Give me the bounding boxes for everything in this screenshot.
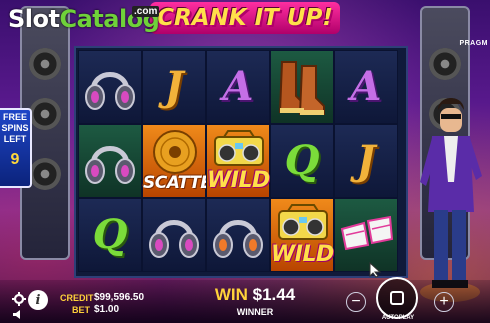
- win-display: WIN $1.44: [200, 285, 310, 305]
- symbol-letter: A: [222, 63, 254, 110]
- reel-cell: [78, 50, 142, 124]
- gear-icon[interactable]: [12, 292, 26, 306]
- scatter-label: SCATTER: [143, 173, 225, 193]
- status-text: WINNER: [236, 307, 274, 317]
- reel-cell: [78, 124, 142, 198]
- headphones-icon: [85, 146, 135, 184]
- autoplay-label[interactable]: AUTOPLAY: [378, 315, 418, 321]
- vinyl-disc-icon: [153, 130, 197, 174]
- boots-icon: [278, 61, 325, 115]
- info-icon[interactable]: i: [28, 290, 48, 310]
- free-spins-line3: LEFT: [3, 134, 27, 144]
- reel-cell: [142, 198, 206, 272]
- spin-button[interactable]: [376, 277, 418, 319]
- bet-label: BET: [72, 305, 90, 315]
- sunglasses-icon: [340, 215, 394, 251]
- bet-value: $1.00: [94, 304, 120, 315]
- reel-cell-wild: WILD: [206, 124, 270, 198]
- reel-grid: J A A SCATTER WILD Q J Q WILD: [74, 46, 408, 278]
- stop-icon: [390, 291, 404, 305]
- provider-label: PRAGM: [459, 40, 488, 47]
- reel-cell: [334, 198, 398, 272]
- symbol-letter: J: [164, 63, 184, 110]
- boombox-icon: [214, 130, 264, 166]
- reel-cell-wild: WILD: [270, 198, 334, 272]
- symbol-letter: A: [350, 63, 382, 110]
- reel-cell: J: [142, 50, 206, 124]
- wild-label: WILD: [271, 242, 334, 267]
- reel-cell: Q: [270, 124, 334, 198]
- reel-cell-scatter: SCATTER: [142, 124, 225, 198]
- symbol-letter: Q: [284, 137, 320, 184]
- reel-cell: J: [334, 124, 398, 198]
- free-spins-line2: SPINS: [1, 123, 29, 133]
- reel-cell: A: [206, 50, 270, 124]
- decrease-bet-button[interactable]: −: [346, 292, 366, 312]
- win-label: WIN: [214, 285, 248, 304]
- headphones-icon: [149, 220, 199, 258]
- credit-value: $99,596.50: [94, 292, 145, 303]
- win-value: $1.44: [252, 285, 296, 304]
- watermark-word-1: Slot: [8, 5, 60, 33]
- headphones-icon: [85, 72, 135, 110]
- free-spins-line1: FREE: [2, 112, 27, 122]
- speaker-icon[interactable]: [12, 309, 24, 320]
- reel-cell: Q: [78, 198, 142, 272]
- reel-cell: A: [334, 50, 398, 124]
- headphones-icon: [213, 220, 263, 258]
- reel-cell: [206, 198, 270, 272]
- dj-character: [420, 98, 482, 302]
- reel-cell: [270, 50, 334, 124]
- symbol-letter: J: [356, 137, 376, 184]
- free-spins-panel: FREE SPINS LEFT 9: [0, 108, 32, 188]
- game-title: CRANK IT UP!: [150, 2, 340, 34]
- cursor-icon: [369, 262, 382, 278]
- free-spins-count: 9: [10, 151, 20, 168]
- watermark-suffix: .com: [132, 6, 160, 17]
- credit-label: CREDIT: [60, 293, 94, 303]
- increase-bet-button[interactable]: +: [434, 292, 454, 312]
- boombox-icon: [278, 204, 328, 240]
- wild-label: WILD: [207, 168, 270, 193]
- symbol-letter: Q: [92, 211, 128, 258]
